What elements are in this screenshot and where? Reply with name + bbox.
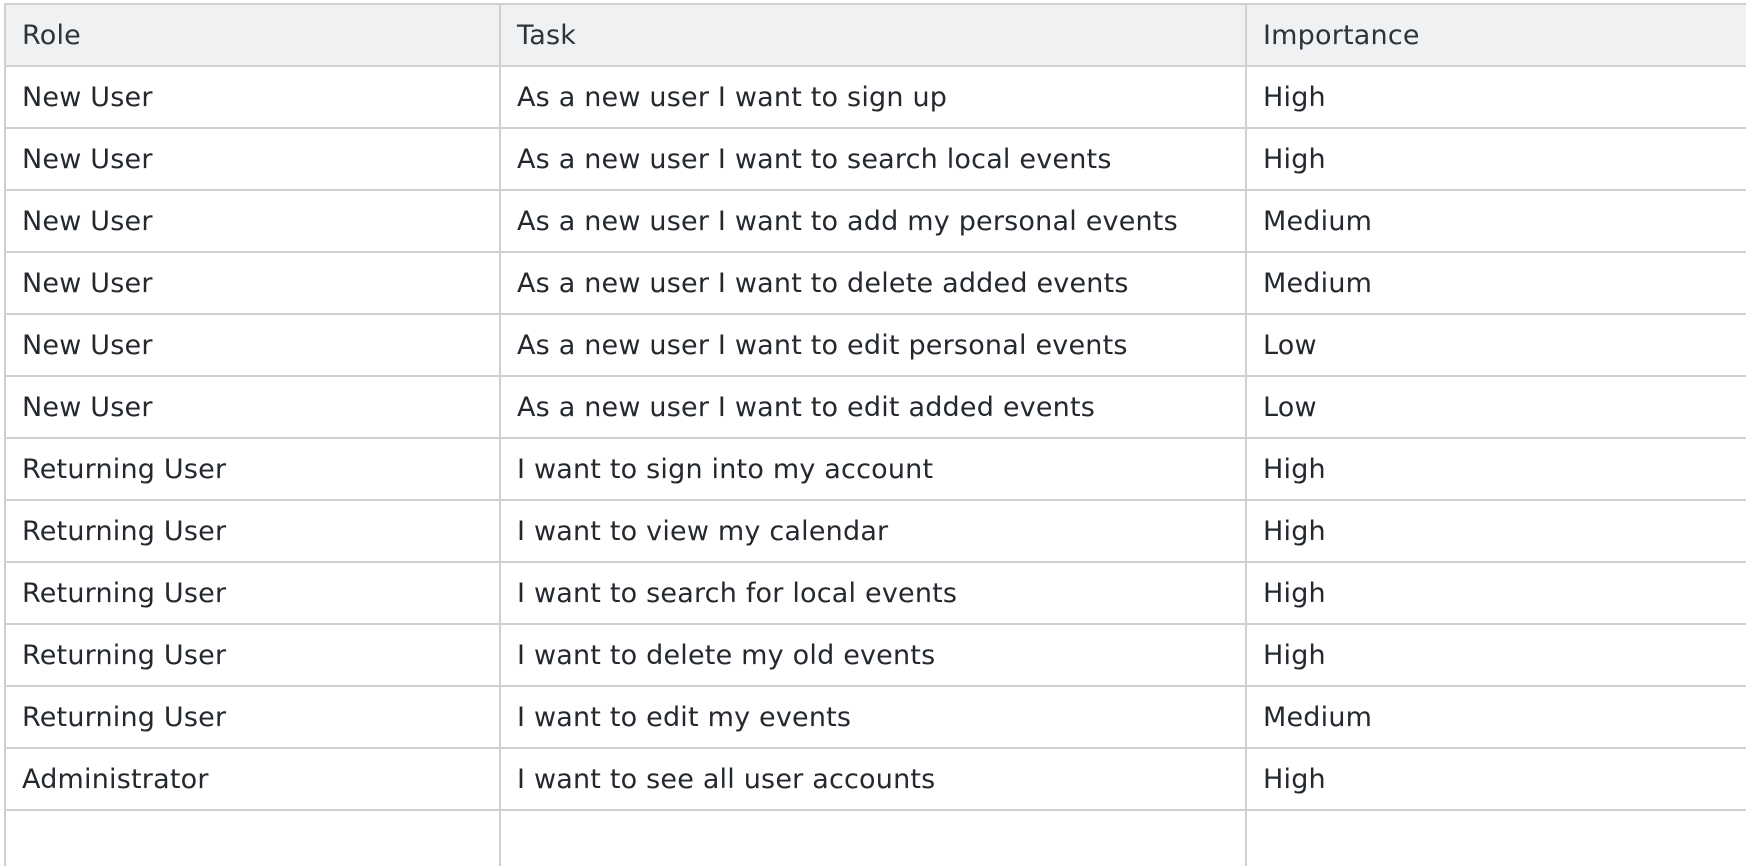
table-row: New User As a new user I want to edit pe… [4, 313, 1746, 377]
table-row: Returning User I want to edit my events … [4, 685, 1746, 749]
cell-task [499, 809, 1247, 866]
cell-importance: Low [1245, 375, 1746, 439]
table-row-partial [4, 809, 1746, 866]
cell-task: As a new user I want to edit personal ev… [499, 313, 1247, 377]
column-header-importance: Importance [1245, 3, 1746, 67]
cell-importance: High [1245, 623, 1746, 687]
table-body: New User As a new user I want to sign up… [4, 65, 1746, 866]
cell-role: Returning User [4, 623, 501, 687]
table-row: Returning User I want to delete my old e… [4, 623, 1746, 687]
cell-role: Administrator [4, 747, 501, 811]
cell-role: New User [4, 375, 501, 439]
table-row: New User As a new user I want to sign up… [4, 65, 1746, 129]
cell-task: As a new user I want to delete added eve… [499, 251, 1247, 315]
cell-task: I want to edit my events [499, 685, 1247, 749]
user-stories-table: Role Task Importance New User As a new u… [4, 3, 1746, 866]
table-row: New User As a new user I want to add my … [4, 189, 1746, 253]
cell-importance [1245, 809, 1746, 866]
cell-role: Returning User [4, 499, 501, 563]
cell-task: I want to see all user accounts [499, 747, 1247, 811]
cell-role: New User [4, 189, 501, 253]
cell-task: I want to delete my old events [499, 623, 1247, 687]
cell-importance: Low [1245, 313, 1746, 377]
cell-importance: High [1245, 437, 1746, 501]
table-row: Returning User I want to sign into my ac… [4, 437, 1746, 501]
cell-task: As a new user I want to edit added event… [499, 375, 1247, 439]
cell-task: As a new user I want to add my personal … [499, 189, 1247, 253]
cell-importance: High [1245, 747, 1746, 811]
cell-task: I want to search for local events [499, 561, 1247, 625]
table-row: New User As a new user I want to delete … [4, 251, 1746, 315]
cell-importance: High [1245, 65, 1746, 129]
cell-task: I want to view my calendar [499, 499, 1247, 563]
cell-task: As a new user I want to sign up [499, 65, 1247, 129]
cell-role: Returning User [4, 561, 501, 625]
column-header-role: Role [4, 3, 501, 67]
cell-task: As a new user I want to search local eve… [499, 127, 1247, 191]
cell-role: Returning User [4, 437, 501, 501]
cell-importance: High [1245, 561, 1746, 625]
table-row: Administrator I want to see all user acc… [4, 747, 1746, 811]
header-row: Role Task Importance [4, 3, 1746, 67]
cell-role: New User [4, 127, 501, 191]
cell-importance: High [1245, 127, 1746, 191]
table-row: Returning User I want to view my calenda… [4, 499, 1746, 563]
cell-role: Returning User [4, 685, 501, 749]
cell-role [4, 809, 501, 866]
cell-role: New User [4, 65, 501, 129]
table-row: New User As a new user I want to edit ad… [4, 375, 1746, 439]
table-row: Returning User I want to search for loca… [4, 561, 1746, 625]
cell-importance: Medium [1245, 189, 1746, 253]
table-header: Role Task Importance [4, 3, 1746, 67]
cell-role: New User [4, 313, 501, 377]
cell-importance: Medium [1245, 251, 1746, 315]
cell-role: New User [4, 251, 501, 315]
cell-importance: High [1245, 499, 1746, 563]
cell-importance: Medium [1245, 685, 1746, 749]
cell-task: I want to sign into my account [499, 437, 1247, 501]
user-stories-table-container: Role Task Importance New User As a new u… [4, 3, 1746, 866]
column-header-task: Task [499, 3, 1247, 67]
table-row: New User As a new user I want to search … [4, 127, 1746, 191]
